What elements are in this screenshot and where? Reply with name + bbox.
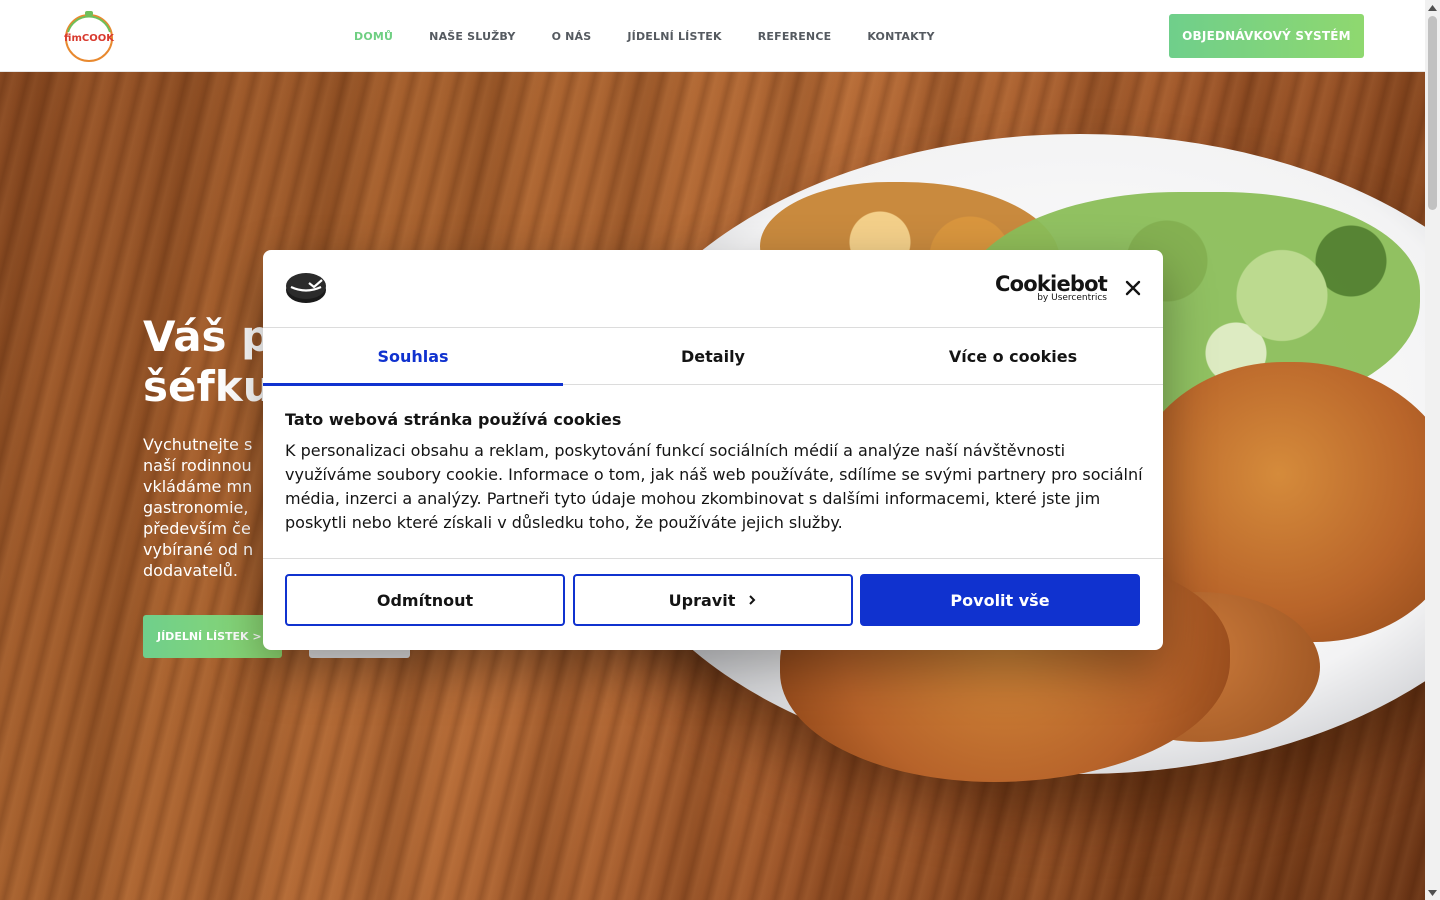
dialog-tabs: Souhlas Detaily Více o cookies bbox=[263, 328, 1163, 386]
dialog-header: Cookiebot by Usercentrics bbox=[263, 250, 1163, 328]
scroll-down-arrow-icon[interactable] bbox=[1425, 885, 1440, 900]
dialog-heading: Tato webová stránka používá cookies bbox=[285, 410, 622, 429]
scrollbar-thumb[interactable] bbox=[1428, 16, 1437, 210]
cookiebot-brand[interactable]: Cookiebot by Usercentrics bbox=[995, 272, 1108, 304]
dialog-body: Tato webová stránka používá cookies K pe… bbox=[285, 410, 1145, 535]
cookiebot-brand-sub: by Usercentrics bbox=[1037, 293, 1107, 303]
customize-button[interactable]: Upravit bbox=[573, 574, 853, 626]
allow-all-button[interactable]: Povolit vše bbox=[860, 574, 1140, 626]
customize-button-label: Upravit bbox=[668, 590, 736, 610]
scroll-up-arrow-icon[interactable] bbox=[1425, 0, 1440, 15]
page-scrollbar[interactable] bbox=[1425, 0, 1440, 900]
deny-button[interactable]: Odmítnout bbox=[285, 574, 565, 626]
chevron-right-icon bbox=[747, 591, 757, 610]
tab-detaily[interactable]: Detaily bbox=[563, 328, 863, 385]
tab-souhlas[interactable]: Souhlas bbox=[263, 328, 563, 386]
close-icon[interactable] bbox=[1121, 276, 1145, 300]
tab-vice-o-cookies[interactable]: Více o cookies bbox=[863, 328, 1163, 385]
dialog-description: K personalizaci obsahu a reklam, poskyto… bbox=[285, 441, 1143, 532]
cookie-consent-dialog: Cookiebot by Usercentrics Souhlas Detail… bbox=[263, 250, 1163, 650]
dialog-footer: Odmítnout Upravit Povolit vše bbox=[263, 558, 1163, 650]
cookiebot-logo-icon bbox=[285, 272, 327, 304]
